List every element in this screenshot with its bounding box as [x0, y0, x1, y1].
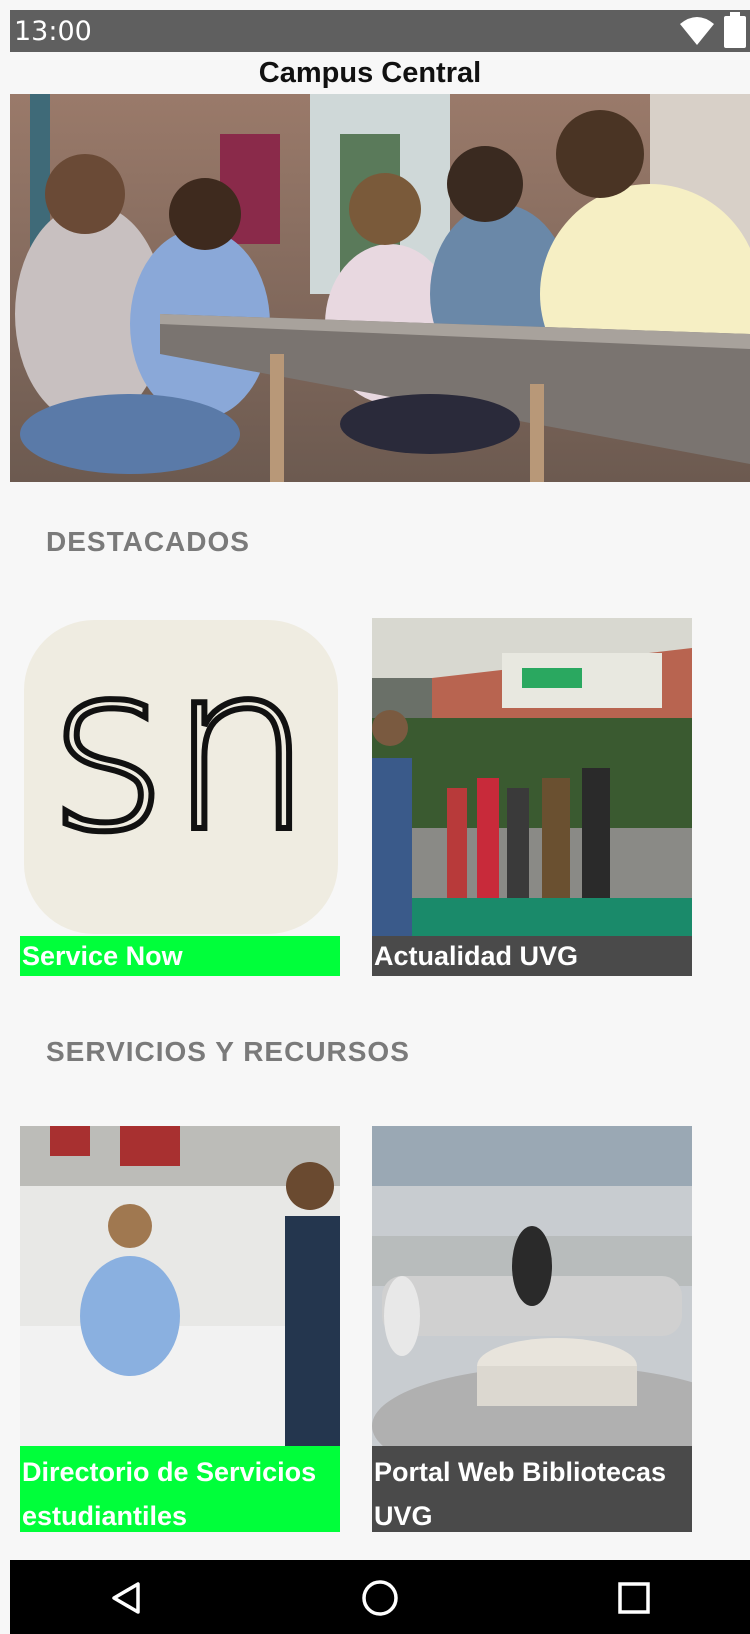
hero-image: [10, 94, 750, 482]
card-service-now[interactable]: sn Service Now: [20, 618, 340, 976]
status-bar: 13:00: [10, 10, 750, 52]
card-label-line-2: UVG: [374, 1501, 433, 1531]
back-triangle-icon[interactable]: [102, 1574, 150, 1622]
recents-square-icon[interactable]: [610, 1574, 658, 1622]
navigation-bar: [10, 1560, 750, 1634]
section-title-services: SERVICIOS Y RECURSOS: [46, 1036, 410, 1067]
card-label-line-2: estudiantiles: [22, 1501, 188, 1531]
card-directorio-servicios[interactable]: Directorio de Servicios estudiantiles: [20, 1126, 340, 1532]
card-label-line-1: Portal Web Bibliotecas: [374, 1457, 667, 1487]
card-label: Actualidad UVG: [372, 936, 692, 976]
card-label: Service Now: [20, 936, 340, 976]
card-label-line-1: Directorio de Servicios: [22, 1457, 317, 1487]
bibliotecas-photo: [372, 1126, 692, 1446]
card-portal-bibliotecas[interactable]: Portal Web Bibliotecas UVG: [372, 1126, 692, 1532]
directorio-servicios-photo: [20, 1126, 340, 1446]
battery-icon: [724, 12, 746, 48]
card-actualidad-uvg[interactable]: Actualidad UVG: [372, 618, 692, 976]
app-bar: Campus Central: [10, 52, 750, 94]
section-title-featured: DESTACADOS: [46, 526, 250, 557]
card-label: Directorio de Servicios estudiantiles: [20, 1446, 340, 1532]
service-now-logo-text: sn: [48, 618, 314, 883]
students-studying-photo: [10, 94, 750, 482]
page-title: Campus Central: [258, 57, 482, 89]
card-label: Portal Web Bibliotecas UVG: [372, 1446, 692, 1532]
home-circle-icon[interactable]: [356, 1574, 404, 1622]
actualidad-uvg-photo: [372, 618, 692, 936]
service-now-logo: sn: [20, 618, 340, 936]
status-time: 13:00: [14, 16, 92, 47]
wifi-icon: [680, 17, 714, 45]
